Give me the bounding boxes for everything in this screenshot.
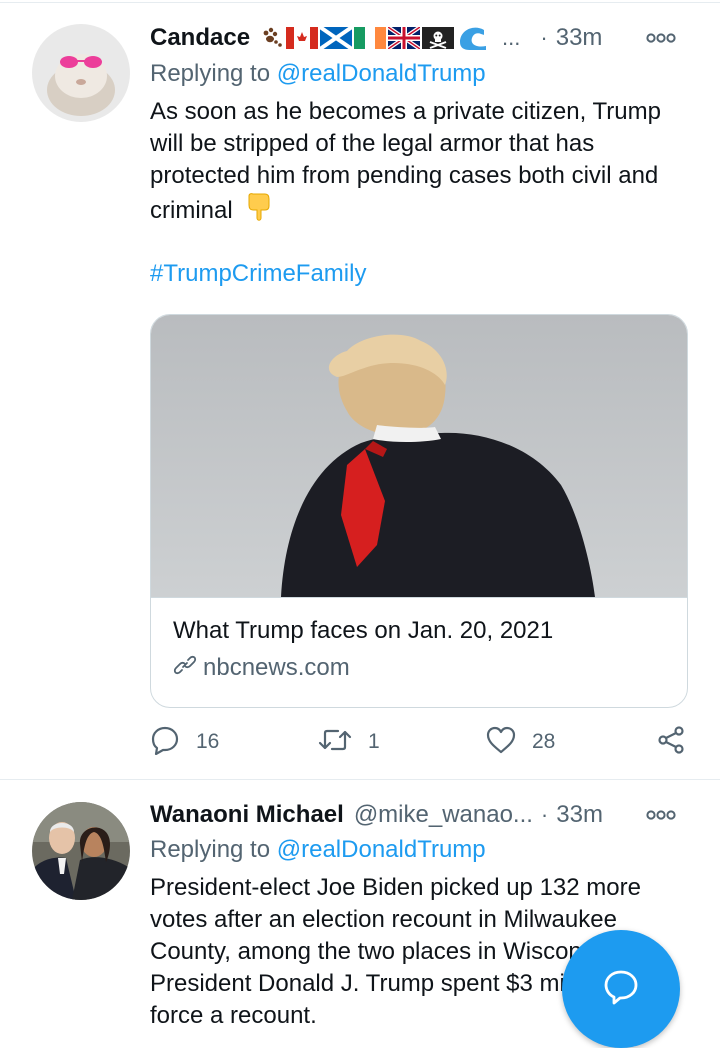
- tweet-actions: 16 1 28: [150, 722, 690, 762]
- reply-prefix: Replying to: [150, 60, 271, 87]
- reply-mention-link[interactable]: @realDonaldTrump: [277, 836, 486, 863]
- more-icon[interactable]: [646, 797, 676, 833]
- retweet-count: 1: [368, 730, 380, 753]
- card-domain-row: nbcnews.com: [173, 653, 350, 682]
- replying-to: Replying to @realDonaldTrump: [150, 836, 486, 864]
- reply-button[interactable]: 16: [150, 722, 219, 762]
- link-icon: [173, 653, 197, 682]
- separator-dot: ·: [540, 802, 549, 827]
- avatar[interactable]: [32, 802, 130, 900]
- flag-scotland-icon: [320, 27, 353, 49]
- divider: [0, 2, 720, 3]
- reply-count: 16: [196, 730, 220, 753]
- replying-to: Replying to @realDonaldTrump: [150, 60, 486, 88]
- like-button[interactable]: 28: [486, 722, 555, 762]
- reply-prefix: Replying to: [150, 836, 271, 863]
- timestamp[interactable]: 33m: [556, 24, 603, 52]
- flag-uk-icon: [388, 27, 421, 49]
- share-icon: [656, 725, 686, 760]
- retweet-icon: [318, 726, 352, 759]
- pointing-down-icon: [245, 192, 271, 231]
- like-count: 28: [532, 730, 556, 753]
- hashtag-link[interactable]: #TrumpCrimeFamily: [150, 260, 366, 288]
- card-title[interactable]: What Trump faces on Jan. 20, 2021: [173, 617, 553, 645]
- tweet-text: As soon as he becomes a private citizen,…: [150, 96, 690, 231]
- paw-prints-icon: [260, 26, 284, 50]
- avatar[interactable]: [32, 24, 130, 122]
- more-icon[interactable]: [646, 20, 676, 56]
- tweet-header: Wanaoni Michael @mike_wanao... · 33m: [150, 797, 710, 833]
- name-ellipsis: ...: [502, 25, 521, 50]
- timestamp[interactable]: 33m: [556, 801, 603, 829]
- compose-icon: [602, 968, 640, 1011]
- display-name[interactable]: Candace: [150, 24, 250, 52]
- flag-canada-icon: [286, 27, 319, 49]
- tweet-header: Candace ... · 33m: [150, 20, 710, 56]
- water-wave-icon: [456, 24, 488, 52]
- separator-dot: ·: [540, 25, 548, 50]
- share-button[interactable]: [656, 722, 686, 762]
- reply-mention-link[interactable]: @realDonaldTrump: [277, 60, 486, 87]
- retweet-button[interactable]: 1: [318, 722, 380, 762]
- handle[interactable]: @mike_wanao...: [354, 801, 533, 829]
- flag-ireland-icon: [354, 27, 387, 49]
- pirate-flag-icon: [422, 27, 455, 49]
- heart-icon: [486, 726, 516, 759]
- tweet-body: As soon as he becomes a private citizen,…: [150, 98, 661, 224]
- display-name[interactable]: Wanaoni Michael: [150, 801, 344, 829]
- divider: [0, 779, 720, 780]
- reply-icon: [150, 725, 180, 760]
- compose-button[interactable]: [562, 930, 680, 1048]
- card-separator: [151, 597, 687, 598]
- link-card[interactable]: What Trump faces on Jan. 20, 2021 nbcnew…: [150, 314, 688, 708]
- card-domain: nbcnews.com: [203, 653, 350, 681]
- emoji-strip: [260, 24, 488, 52]
- card-image[interactable]: [151, 315, 687, 597]
